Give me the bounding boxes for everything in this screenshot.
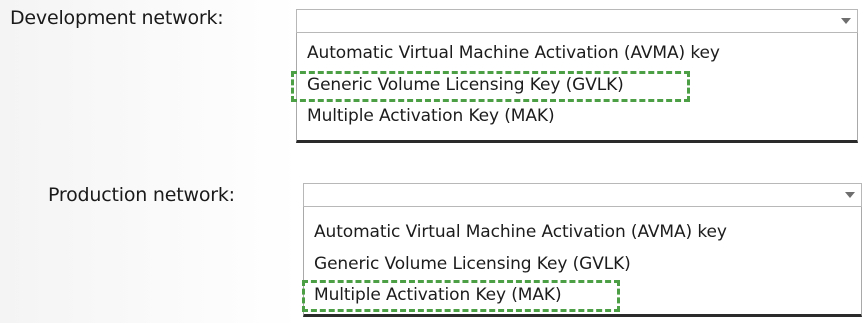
dev-option-mak[interactable]: Multiple Activation Key (MAK)	[307, 106, 555, 126]
prod-network-label: Production network:	[48, 184, 235, 206]
dev-answer-highlight	[291, 71, 690, 102]
prod-option-gvlk[interactable]: Generic Volume Licensing Key (GVLK)	[314, 254, 631, 274]
dev-option-avma[interactable]: Automatic Virtual Machine Activation (AV…	[307, 43, 720, 63]
chevron-down-icon[interactable]	[841, 18, 851, 24]
prod-network-dropdown[interactable]	[303, 183, 862, 207]
dev-network-label: Development network:	[10, 7, 224, 29]
dev-network-dropdown[interactable]	[296, 9, 858, 33]
prod-answer-highlight	[302, 280, 620, 312]
prod-option-avma[interactable]: Automatic Virtual Machine Activation (AV…	[314, 222, 727, 242]
chevron-down-icon[interactable]	[845, 192, 855, 198]
